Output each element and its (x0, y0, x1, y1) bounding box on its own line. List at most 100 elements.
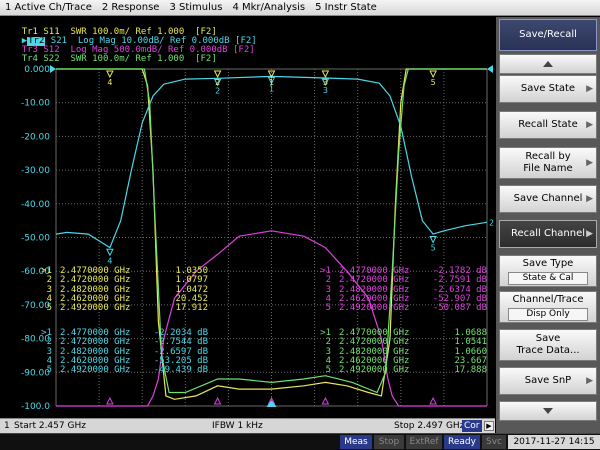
marker-row: 5 2.4920000 GHz 17.888 (315, 365, 487, 376)
menu-active-ch-trace[interactable]: 1 Active Ch/Trace (0, 0, 97, 16)
save-snp-label: Save SnP (524, 375, 572, 386)
trace-data-label: Trace Data... (516, 345, 580, 356)
marker-label: 5 (431, 243, 436, 252)
start-frequency[interactable]: Start 2.457 GHz (14, 421, 86, 431)
save-channel-label: Save Channel (513, 193, 583, 204)
marker-label: 2 (215, 86, 220, 95)
menu-bar: 1 Active Ch/Trace 2 Response 3 Stimulus … (0, 0, 600, 16)
marker-value: -50.087 dB (432, 303, 487, 314)
marker-top-triangle-icon (429, 70, 437, 79)
chevron-right-icon: ▶ (586, 229, 593, 239)
save-label: Save (535, 333, 561, 344)
trace-end-label: 2 (489, 218, 494, 227)
reference-right-arrow-icon (487, 65, 493, 73)
chevron-right-icon: ▶ (586, 120, 593, 130)
marker-bottom-triangle-icon (321, 396, 330, 405)
y-axis-tick-label: -100.0 (21, 402, 50, 412)
marker-bottom-triangle-icon (429, 396, 437, 405)
chevron-right-icon: ▶ (586, 194, 593, 204)
scroll-down-button[interactable] (499, 401, 597, 421)
recall-by-label: Recall by (525, 151, 571, 162)
marker-top-label: 4 (107, 78, 112, 87)
marker-bottom-triangle-icon (213, 396, 222, 405)
marker-top-label: 1 (269, 78, 274, 87)
recall-channel-label: Recall Channel (510, 228, 586, 239)
status-svc: Svc (482, 435, 506, 449)
recall-state-button[interactable]: Recall State ▶ (499, 111, 597, 139)
marker-triangle-icon (429, 235, 437, 244)
trace-tag-tr4: Tr4 (21, 54, 38, 64)
marker-frequency: 2.4920000 GHz (339, 303, 410, 314)
ifbw-setting[interactable]: IFBW 1 kHz (212, 421, 263, 431)
save-recall-header[interactable]: Save/Recall (499, 19, 597, 51)
marker-number: 5 (325, 303, 331, 314)
marker-number: 5 (325, 365, 331, 376)
channel-trace-value: Disp Only (508, 307, 588, 321)
marker-label: 4 (107, 256, 112, 265)
marker-table-tr2: >1 2.4770000 GHz -2.2034 dB 2 2.4720000 GHz -… (36, 328, 208, 376)
chevron-right-icon: ▶ (586, 376, 593, 386)
marker-bottom-triangle-icon (106, 396, 114, 405)
chevron-right-icon: ▶ (586, 158, 593, 168)
save-channel-button[interactable]: Save Channel ▶ (499, 185, 597, 213)
marker-frequency: 2.4920000 GHz (339, 365, 410, 376)
stop-frequency[interactable]: Stop 2.497 GHz (394, 421, 464, 431)
marker-frequency: 2.4920000 GHz (60, 303, 131, 314)
softkey-panel: Save/Recall Save State ▶ Recall State ▶ Re… (496, 17, 600, 433)
save-type-value: State & Cal (508, 271, 588, 285)
menu-response[interactable]: 2 Response (97, 0, 165, 16)
channel-trace-button[interactable]: Channel/Trace Disp Only (499, 291, 597, 323)
y-axis-tick-label: -10.00 (21, 99, 50, 109)
marker-top-triangle-icon (321, 70, 330, 79)
save-snp-button[interactable]: Save SnP ▶ (499, 367, 597, 395)
save-state-label: Save State (520, 83, 576, 94)
active-marker-icon (266, 400, 277, 407)
channel-trace-label: Channel/Trace (512, 293, 584, 305)
save-type-button[interactable]: Save Type State & Cal (499, 255, 597, 287)
marker-number: 5 (46, 303, 52, 314)
save-recall-header-label: Save/Recall (519, 29, 577, 40)
marker-value: 17.888 (454, 365, 487, 376)
marker-top-label: 5 (431, 78, 436, 87)
y-axis-tick-label: -40.00 (21, 200, 50, 210)
y-axis-tick-label: -30.00 (21, 166, 50, 176)
save-type-label: Save Type (522, 257, 574, 269)
marker-top-label: 3 (323, 78, 328, 87)
y-axis-tick-label: -20.00 (21, 132, 50, 142)
trace-info-tr4: S22 SWR 100.0m/ Ref 1.000 [F2] (37, 54, 217, 64)
y-axis-tick-label: -50.00 (21, 234, 50, 244)
status-meas: Meas (340, 435, 372, 449)
marker-row: 5 2.4920000 GHz -49.439 dB (36, 365, 208, 376)
chevron-right-icon[interactable]: ▶ (484, 421, 494, 431)
marker-value: 17.912 (175, 303, 208, 314)
file-name-label: File Name (523, 163, 573, 174)
recall-channel-button[interactable]: Recall Channel ▶ (499, 220, 597, 248)
status-bar: Meas Stop ExtRef Ready Svc 2017-11-27 14… (0, 433, 600, 450)
marker-triangle-icon (106, 248, 114, 257)
menu-stimulus[interactable]: 3 Stimulus (164, 0, 227, 16)
chevron-right-icon: ▶ (586, 84, 593, 94)
marker-number: 5 (46, 365, 52, 376)
status-datetime: 2017-11-27 14:15 (508, 435, 600, 449)
marker-row: 5 2.4920000 GHz 17.912 (36, 303, 208, 314)
correction-badge: Cor (462, 420, 482, 432)
scroll-up-button[interactable] (499, 54, 597, 74)
marker-table-tr1: >1 2.4770000 GHz 1.0350 2 2.4720000 GHz 1.079… (36, 266, 208, 314)
recall-by-file-name-button[interactable]: Recall by File Name ▶ (499, 147, 597, 179)
stimulus-bar: 1 Start 2.457 GHz IFBW 1 kHz Stop 2.497 … (0, 418, 495, 433)
marker-table-tr3: >1 2.4770000 GHz -2.1782 dB 2 2.4720000 GHz -… (315, 266, 487, 314)
measurement-display[interactable]: 0.000 -10.00 -20.00 -30.00 -40.00 -50.00 -60.0… (0, 17, 495, 418)
marker-value: -49.439 dB (153, 365, 208, 376)
menu-mkr-analysis[interactable]: 4 Mkr/Analysis (227, 0, 310, 16)
marker-frequency: 2.4920000 GHz (60, 365, 131, 376)
channel-number[interactable]: 1 (4, 421, 10, 431)
save-trace-data-button[interactable]: Save Trace Data... (499, 329, 597, 361)
save-state-button[interactable]: Save State ▶ (499, 75, 597, 103)
trace-header-tr4[interactable]: Tr4 S22 SWR 100.0m/ Ref 1.000 [F2] (0, 46, 217, 73)
recall-state-label: Recall State (518, 119, 578, 130)
marker-label: 3 (323, 86, 328, 95)
status-extref: ExtRef (406, 435, 442, 449)
marker-table-tr4: >1 2.4770000 GHz 1.0688 2 2.4720000 GHz 1.054… (315, 328, 487, 376)
marker-top-label: 2 (215, 78, 220, 87)
menu-instr-state[interactable]: 5 Instr State (310, 0, 382, 16)
